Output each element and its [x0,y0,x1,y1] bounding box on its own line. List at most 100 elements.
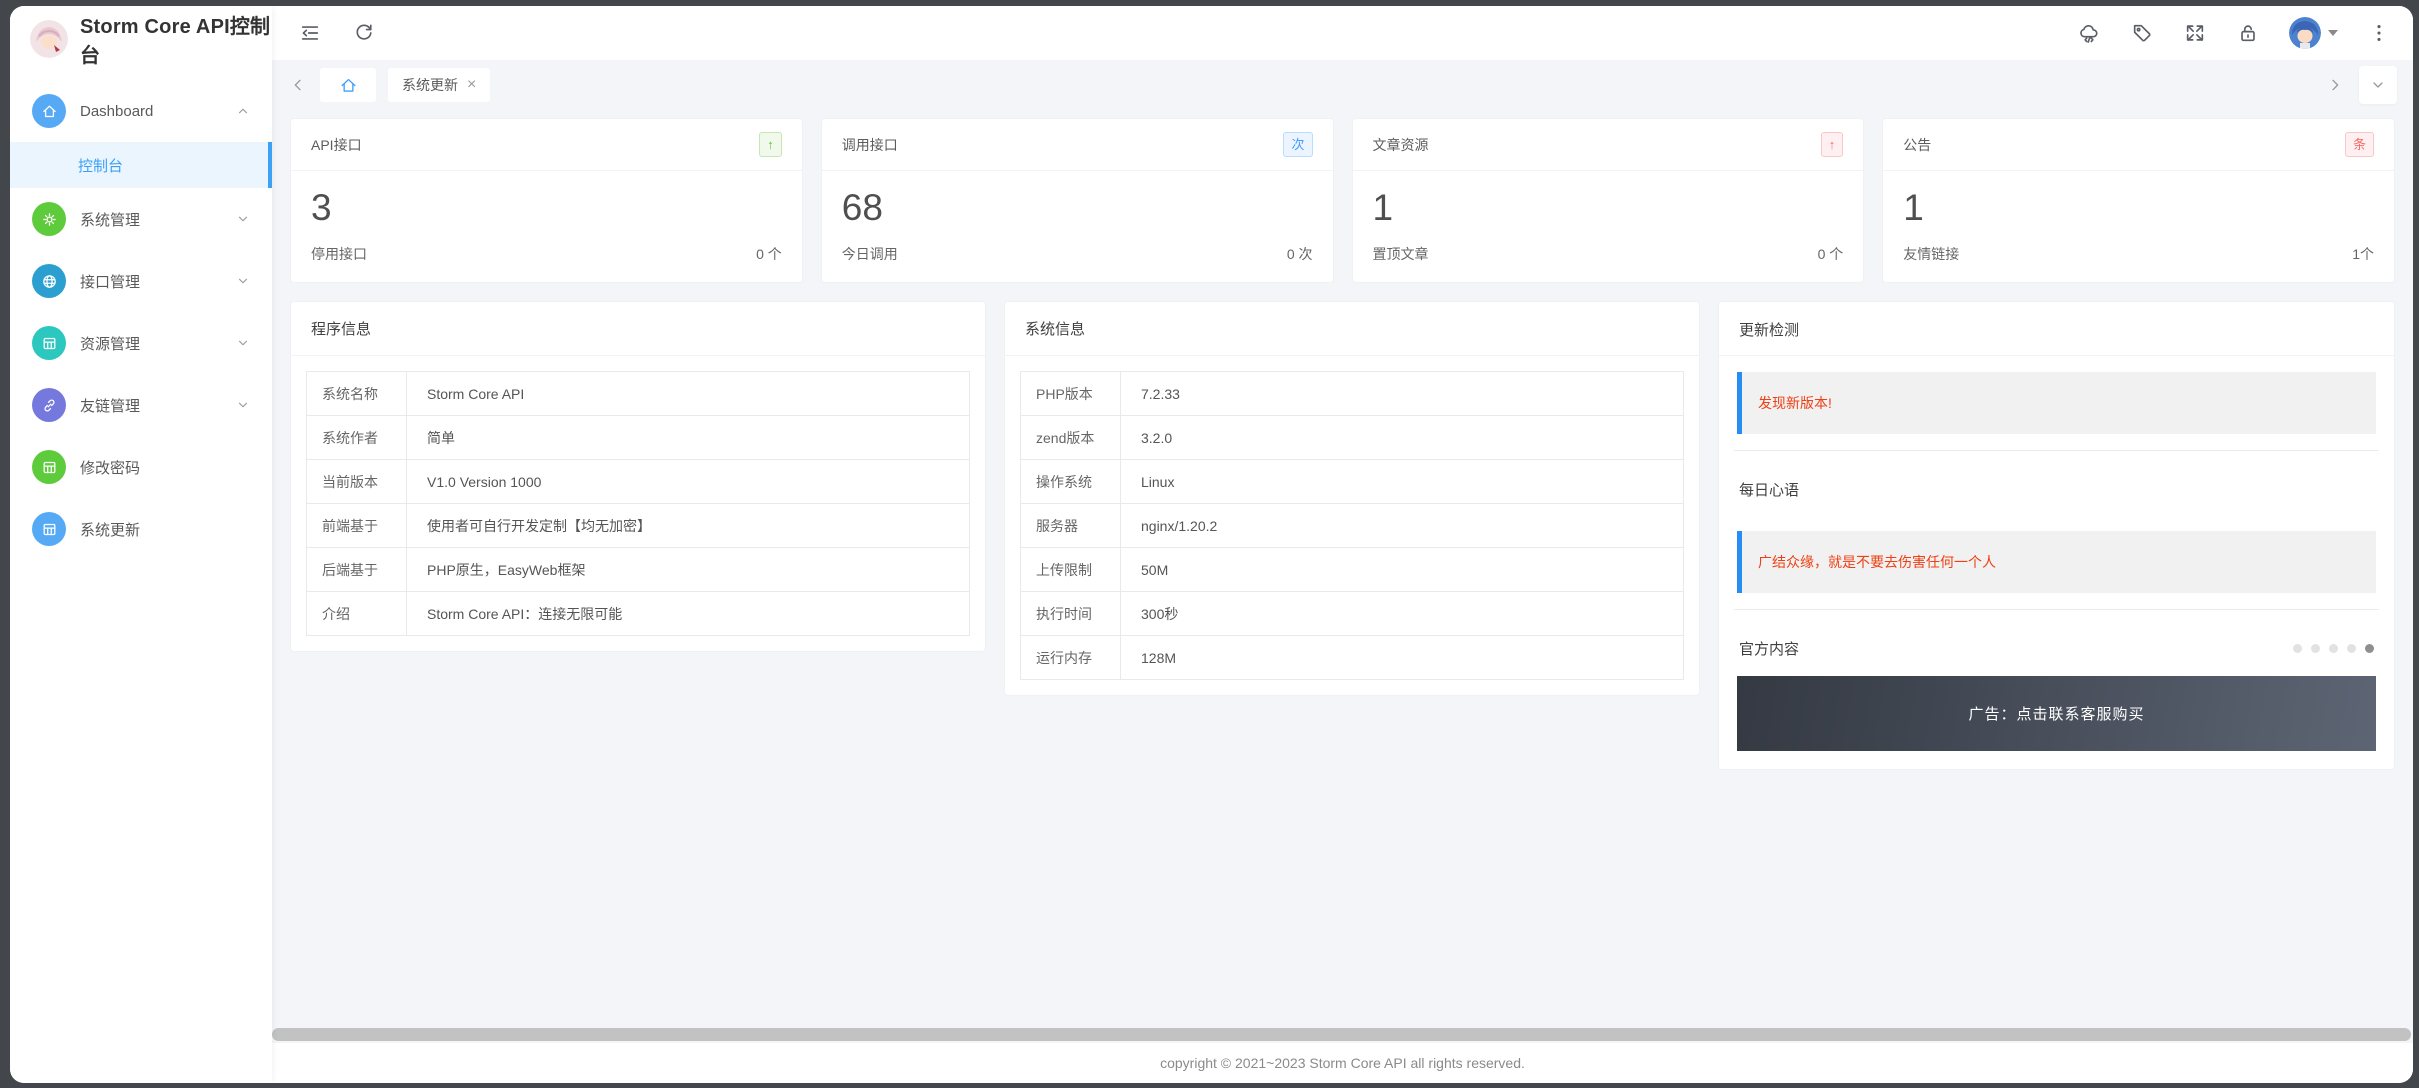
user-menu[interactable] [2289,17,2338,49]
topbar [272,6,2413,60]
sidebar-item-api-management[interactable]: 接口管理 [10,250,272,312]
stat-card-title: 公告 [1903,135,1931,155]
avatar [2289,17,2321,49]
stat-footer-label: 停用接口 [311,244,367,264]
topbar-left [298,21,376,45]
main-column: 系统更新 × API接口 ↑ [272,6,2413,1083]
stat-value: 3 [311,187,782,229]
chevron-down-icon [236,274,250,288]
table-row: zend版本3.2.0 [1021,416,1684,460]
sidebar: Storm Core API控制台 Dashboard 控制台 系统管理 [10,6,272,1083]
sidebar-item-resource-management[interactable]: 资源管理 [10,312,272,374]
table-row: 执行时间300秒 [1021,592,1684,636]
new-version-alert[interactable]: 发现新版本! [1737,372,2376,434]
chevron-down-icon [236,398,250,412]
sidebar-subitem-label: 控制台 [78,155,123,176]
sidebar-item-system-update[interactable]: 系统更新 [10,498,272,560]
panel-title: 更新检测 [1739,319,1799,340]
chevron-up-icon [236,104,250,118]
stat-card-api: API接口 ↑ 3 停用接口 0 个 [290,118,803,283]
home-tab-icon [339,76,358,95]
carousel-dot[interactable] [2293,644,2302,653]
stat-value: 1 [1903,187,2374,229]
info-panels-row: 程序信息 系统名称Storm Core API 系统作者简单 当前版本V1.0 … [290,301,2395,770]
panel-title: 程序信息 [291,302,985,356]
table-row: 服务器nginx/1.20.2 [1021,504,1684,548]
globe-icon [32,264,66,298]
arrow-up-badge: ↑ [759,132,782,157]
sidebar-item-change-password[interactable]: 修改密码 [10,436,272,498]
stat-cards-row: API接口 ↑ 3 停用接口 0 个 调用接口 次 [290,118,2395,283]
sidebar-item-label: 友链管理 [80,395,140,416]
cloud-code-icon[interactable] [2077,21,2101,45]
chevron-down-icon [236,336,250,350]
home-icon [32,94,66,128]
tag-icon[interactable] [2130,21,2154,45]
table-row: 运行内存128M [1021,636,1684,680]
grid-icon [32,450,66,484]
table-row: 后端基于PHP原生，EasyWeb框架 [307,548,970,592]
stat-card-title: API接口 [311,135,362,155]
stat-card-articles: 文章资源 ↑ 1 置顶文章 0 个 [1352,118,1865,283]
tab-close-icon[interactable]: × [467,77,476,93]
horizontal-scrollbar[interactable] [272,1028,2411,1041]
grid-icon [32,512,66,546]
table-row: 系统名称Storm Core API [307,372,970,416]
ad-banner[interactable]: 广告：点击联系客服购买 [1737,676,2376,751]
logo-avatar [30,20,68,58]
stat-card-title: 调用接口 [842,135,898,155]
program-info-panel: 程序信息 系统名称Storm Core API 系统作者简单 当前版本V1.0 … [290,301,986,652]
carousel-dot[interactable] [2329,644,2338,653]
table-row: 当前版本V1.0 Version 1000 [307,460,970,504]
sidebar-item-label: 修改密码 [80,457,140,478]
tab-home[interactable] [320,68,376,102]
program-info-table: 系统名称Storm Core API 系统作者简单 当前版本V1.0 Versi… [306,371,970,636]
page-footer: copyright © 2021~2023 Storm Core API all… [272,1043,2413,1083]
tabs-scroll-right-icon[interactable] [2325,75,2345,95]
caret-down-icon [2328,30,2338,36]
lock-icon[interactable] [2236,21,2260,45]
stat-footer-value: 0 次 [1287,244,1313,264]
fullscreen-icon[interactable] [2183,21,2207,45]
carousel-dot[interactable] [2347,644,2356,653]
grid-icon [32,326,66,360]
logo[interactable]: Storm Core API控制台 [10,6,272,72]
topbar-right [2077,17,2391,49]
sidebar-item-label: 接口管理 [80,271,140,292]
panel-title: 每日心语 [1739,479,1799,500]
system-info-panel: 系统信息 PHP版本7.2.33 zend版本3.2.0 操作系统Linux 服… [1004,301,1700,696]
unit-badge: 条 [2345,132,2374,157]
sidebar-item-dashboard[interactable]: Dashboard [10,80,272,142]
tabbar-right [2325,66,2397,104]
table-row: 前端基于使用者可自行开发定制【均无加密】 [307,504,970,548]
sidebar-menu: Dashboard 控制台 系统管理 [10,72,272,560]
carousel-dots [2293,644,2374,653]
table-row: 系统作者简单 [307,416,970,460]
panel-title: 系统信息 [1005,302,1699,356]
carousel-dot[interactable] [2311,644,2320,653]
content-area: API接口 ↑ 3 停用接口 0 个 调用接口 次 [272,110,2413,1043]
tabs-scroll-left-icon[interactable] [288,75,308,95]
tab-system-update[interactable]: 系统更新 × [388,68,490,102]
table-row: 上传限制50M [1021,548,1684,592]
unit-badge: 次 [1283,132,1312,157]
menu-fold-icon[interactable] [298,21,322,45]
sidebar-item-link-management[interactable]: 友链管理 [10,374,272,436]
app-window: Storm Core API控制台 Dashboard 控制台 系统管理 [10,6,2413,1083]
more-dots-icon[interactable] [2367,21,2391,45]
chevron-down-icon [236,212,250,226]
tabs-menu-dropdown[interactable] [2359,66,2397,104]
stat-card-calls: 调用接口 次 68 今日调用 0 次 [821,118,1334,283]
tab-label: 系统更新 [402,75,458,95]
refresh-icon[interactable] [352,21,376,45]
update-panel: 更新检测 发现新版本! 每日心语 广结众缘，就是不要去伤害任何一个人 官方内容 [1718,301,2395,770]
stat-footer-value: 1个 [2352,244,2374,264]
sidebar-item-label: 资源管理 [80,333,140,354]
link-icon [32,388,66,422]
sidebar-item-system-management[interactable]: 系统管理 [10,188,272,250]
carousel-dot-active[interactable] [2365,644,2374,653]
tabbar: 系统更新 × [272,60,2413,110]
stat-card-title: 文章资源 [1373,135,1429,155]
daily-words-alert: 广结众缘，就是不要去伤害任何一个人 [1737,531,2376,593]
sidebar-subitem-console[interactable]: 控制台 [10,142,272,188]
